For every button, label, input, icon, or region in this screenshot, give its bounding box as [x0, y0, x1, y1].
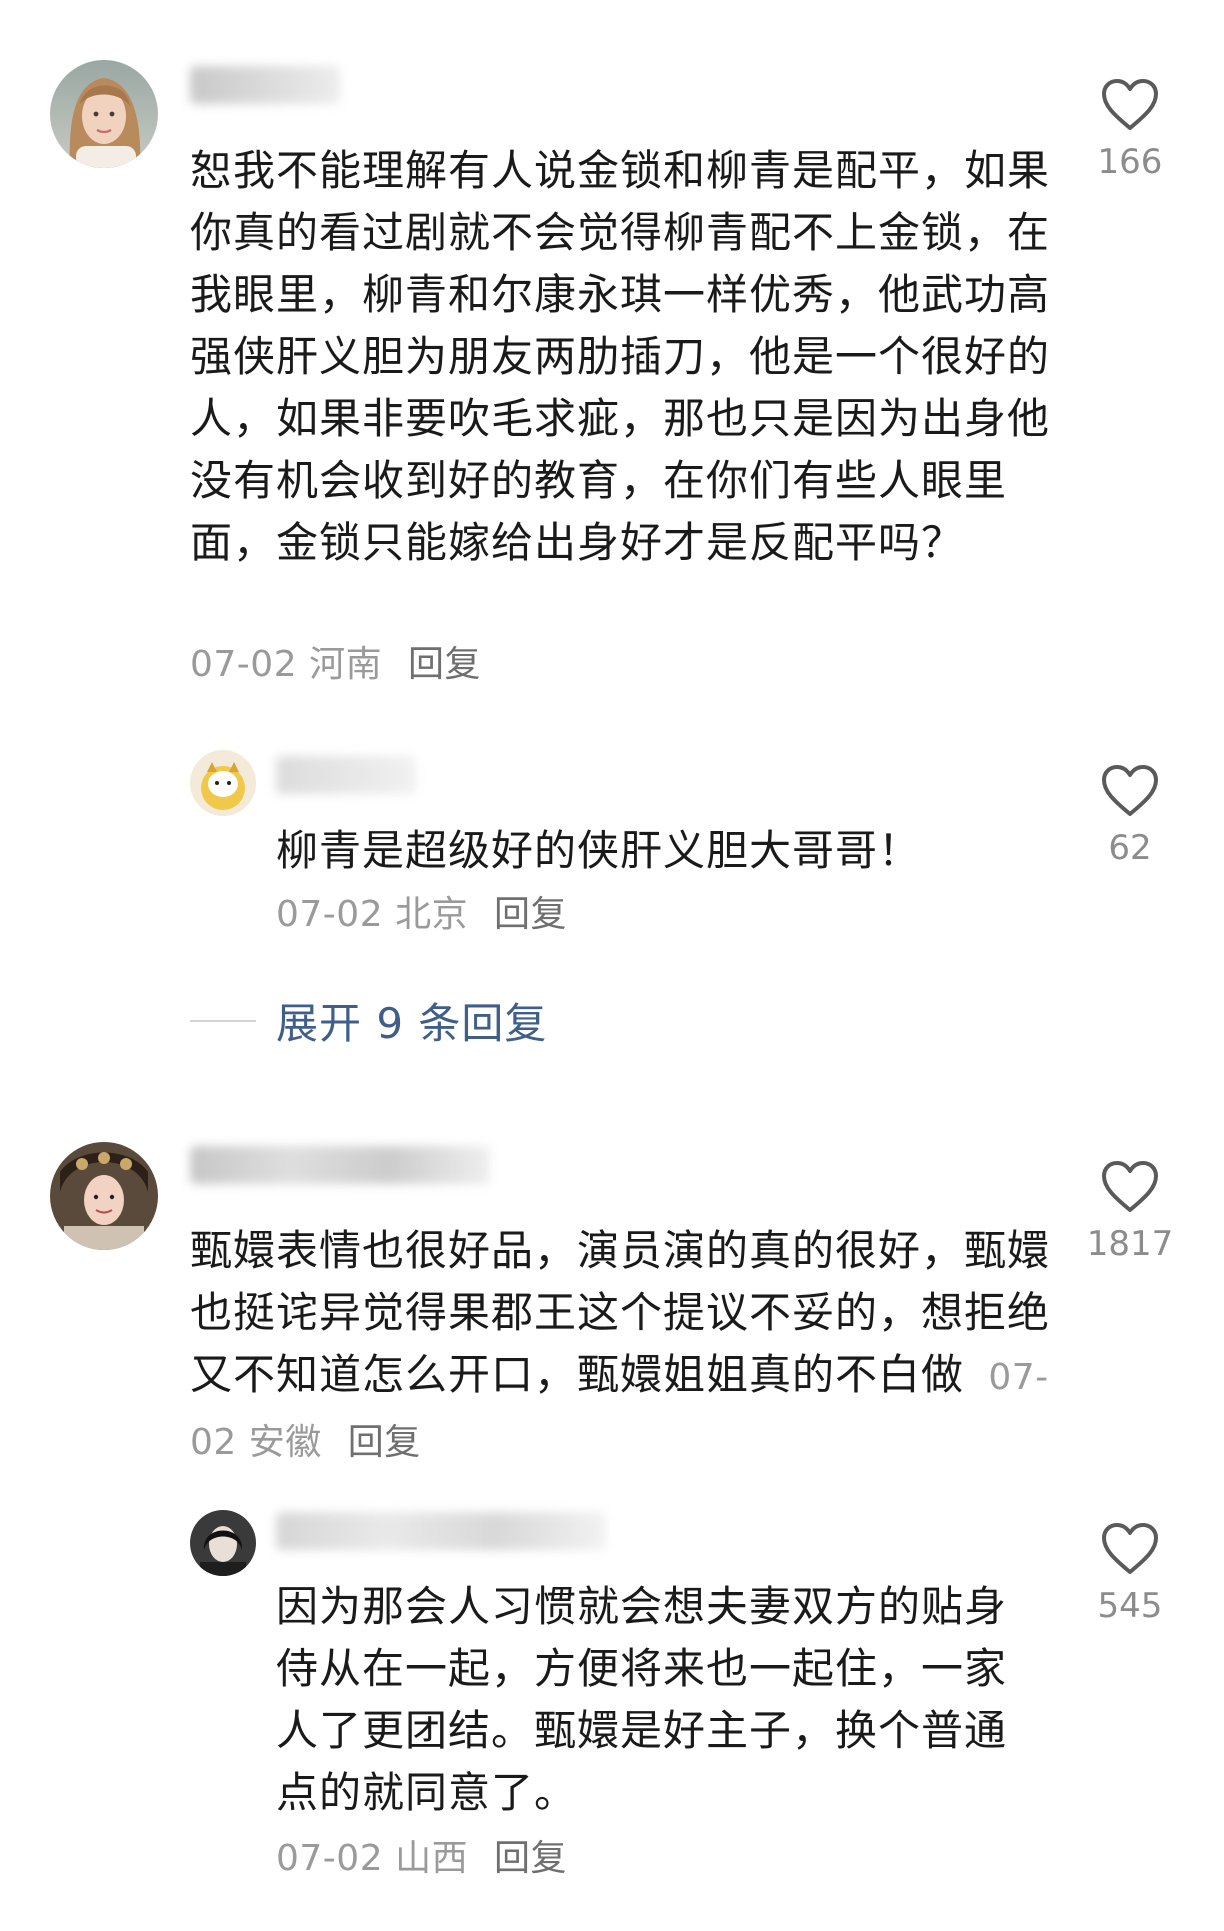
heart-outline-icon	[1102, 1523, 1158, 1574]
reply-body: 因为那会人习惯就会想夫妻双方的贴身侍从在一起，方便将来也一起住，一家人了更团结。…	[276, 1576, 1036, 1824]
replier-avatar[interactable]	[190, 750, 256, 816]
reply-text: 柳青是超级好的侠肝义胆大哥哥！	[276, 826, 922, 875]
commenter-avatar[interactable]	[50, 60, 158, 168]
like-count: 62	[1108, 828, 1152, 868]
replier-avatar[interactable]	[190, 1510, 256, 1576]
avatar-image	[190, 1510, 256, 1576]
reply-date: 07-02	[276, 894, 384, 935]
commenter-name-blurred[interactable]	[190, 66, 340, 104]
like-count: 166	[1097, 142, 1163, 182]
avatar-image	[190, 750, 256, 816]
reply-body: 柳青是超级好的侠肝义胆大哥哥！	[276, 820, 1036, 882]
reply-button[interactable]: 回复	[494, 894, 567, 935]
comment-date: 07-02	[190, 644, 298, 685]
reply-button[interactable]: 回复	[494, 1838, 567, 1879]
comment-body: 恕我不能理解有人说金锁和柳青是配平，如果你真的看过剧就不会觉得柳青配不上金锁，在…	[190, 140, 1050, 574]
reply-meta: 07-02 山西 回复	[276, 1834, 776, 1884]
reply-button[interactable]: 回复	[348, 1422, 421, 1463]
like-count: 1817	[1086, 1224, 1174, 1264]
comment-location: 河南	[309, 644, 383, 685]
expand-divider	[190, 1019, 256, 1022]
reply-text: 因为那会人习惯就会想夫妻双方的贴身侍从在一起，方便将来也一起住，一家人了更团结。…	[276, 1582, 1008, 1817]
like-button[interactable]: 1817	[1075, 1160, 1185, 1264]
like-button[interactable]: 166	[1075, 78, 1185, 182]
heart-outline-icon	[1102, 765, 1158, 816]
reply-button[interactable]: 回复	[408, 644, 481, 685]
replier-name-blurred[interactable]	[276, 756, 416, 794]
avatar-image	[50, 1142, 158, 1250]
reply-meta: 07-02 北京 回复	[276, 890, 776, 940]
reply-location: 北京	[395, 894, 469, 935]
avatar-image	[50, 60, 158, 168]
replier-name-blurred[interactable]	[276, 1512, 606, 1550]
heart-outline-icon	[1102, 79, 1158, 130]
comment-text: 甄嬛表情也很好品，演员演的真的很好，甄嬛也挺诧异觉得果郡王这个提议不妥的，想拒绝…	[190, 1226, 1051, 1399]
commenter-avatar[interactable]	[50, 1142, 158, 1250]
heart-outline-icon	[1102, 1161, 1158, 1212]
comment-text: 恕我不能理解有人说金锁和柳青是配平，如果你真的看过剧就不会觉得柳青配不上金锁，在…	[190, 146, 1051, 567]
reply-date: 07-02	[276, 1838, 384, 1879]
commenter-name-blurred[interactable]	[190, 1146, 490, 1184]
reply-location: 山西	[395, 1838, 469, 1879]
comment-location: 安徽	[248, 1422, 322, 1463]
comment-meta: 07-02 河南 回复	[190, 640, 790, 690]
expand-replies-label: 展开 9 条回复	[276, 999, 548, 1048]
like-button[interactable]: 62	[1075, 764, 1185, 868]
like-count: 545	[1097, 1586, 1163, 1626]
like-button[interactable]: 545	[1075, 1522, 1185, 1626]
expand-replies-button[interactable]: 展开 9 条回复	[190, 990, 547, 1051]
comment-body: 甄嬛表情也很好品，演员演的真的很好，甄嬛也挺诧异觉得果郡王这个提议不妥的，想拒绝…	[190, 1220, 1050, 1474]
